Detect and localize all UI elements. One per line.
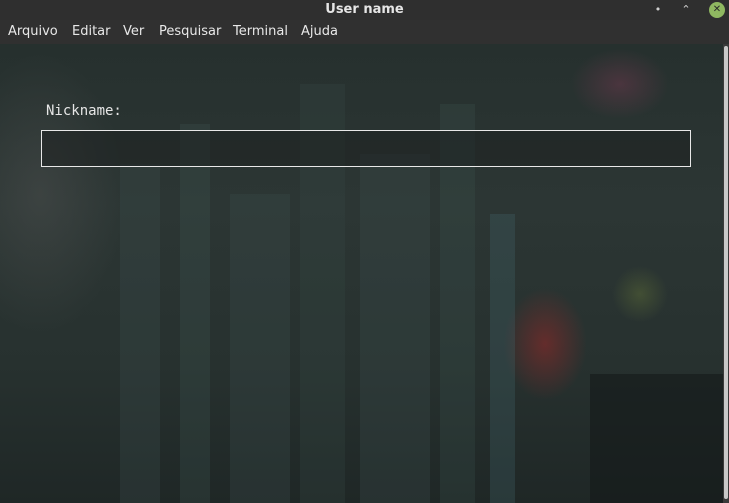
title-bar[interactable]: User name • ⌃ ✕ bbox=[0, 0, 729, 20]
background-building bbox=[360, 154, 430, 503]
maximize-button[interactable]: ⌃ bbox=[678, 2, 694, 18]
menu-arquivo[interactable]: Arquivo bbox=[8, 24, 58, 40]
terminal-area[interactable]: Nickname: bbox=[0, 44, 723, 503]
close-icon: ✕ bbox=[712, 4, 722, 15]
menu-terminal[interactable]: Terminal bbox=[233, 24, 288, 40]
close-button[interactable]: ✕ bbox=[709, 2, 725, 18]
scrollbar-thumb[interactable] bbox=[724, 46, 728, 499]
scrollbar[interactable] bbox=[723, 44, 729, 503]
window-title: User name bbox=[325, 2, 404, 17]
menu-pesquisar[interactable]: Pesquisar bbox=[159, 24, 221, 40]
terminal-window: User name • ⌃ ✕ Arquivo Editar Ver Pesqu… bbox=[0, 0, 729, 503]
background-building bbox=[590, 374, 723, 503]
background-building bbox=[230, 194, 290, 503]
background-building bbox=[490, 214, 515, 503]
menu-ver[interactable]: Ver bbox=[123, 24, 144, 40]
menu-bar: Arquivo Editar Ver Pesquisar Terminal Aj… bbox=[0, 20, 729, 44]
menu-editar[interactable]: Editar bbox=[72, 24, 111, 40]
nickname-input[interactable] bbox=[41, 130, 691, 167]
background-building bbox=[180, 124, 210, 503]
maximize-icon: ⌃ bbox=[681, 3, 691, 16]
menu-ajuda[interactable]: Ajuda bbox=[301, 24, 338, 40]
background-building bbox=[120, 164, 160, 503]
minimize-button[interactable]: • bbox=[650, 2, 666, 18]
nickname-label: Nickname: bbox=[46, 103, 122, 119]
minimize-icon: • bbox=[654, 3, 662, 16]
